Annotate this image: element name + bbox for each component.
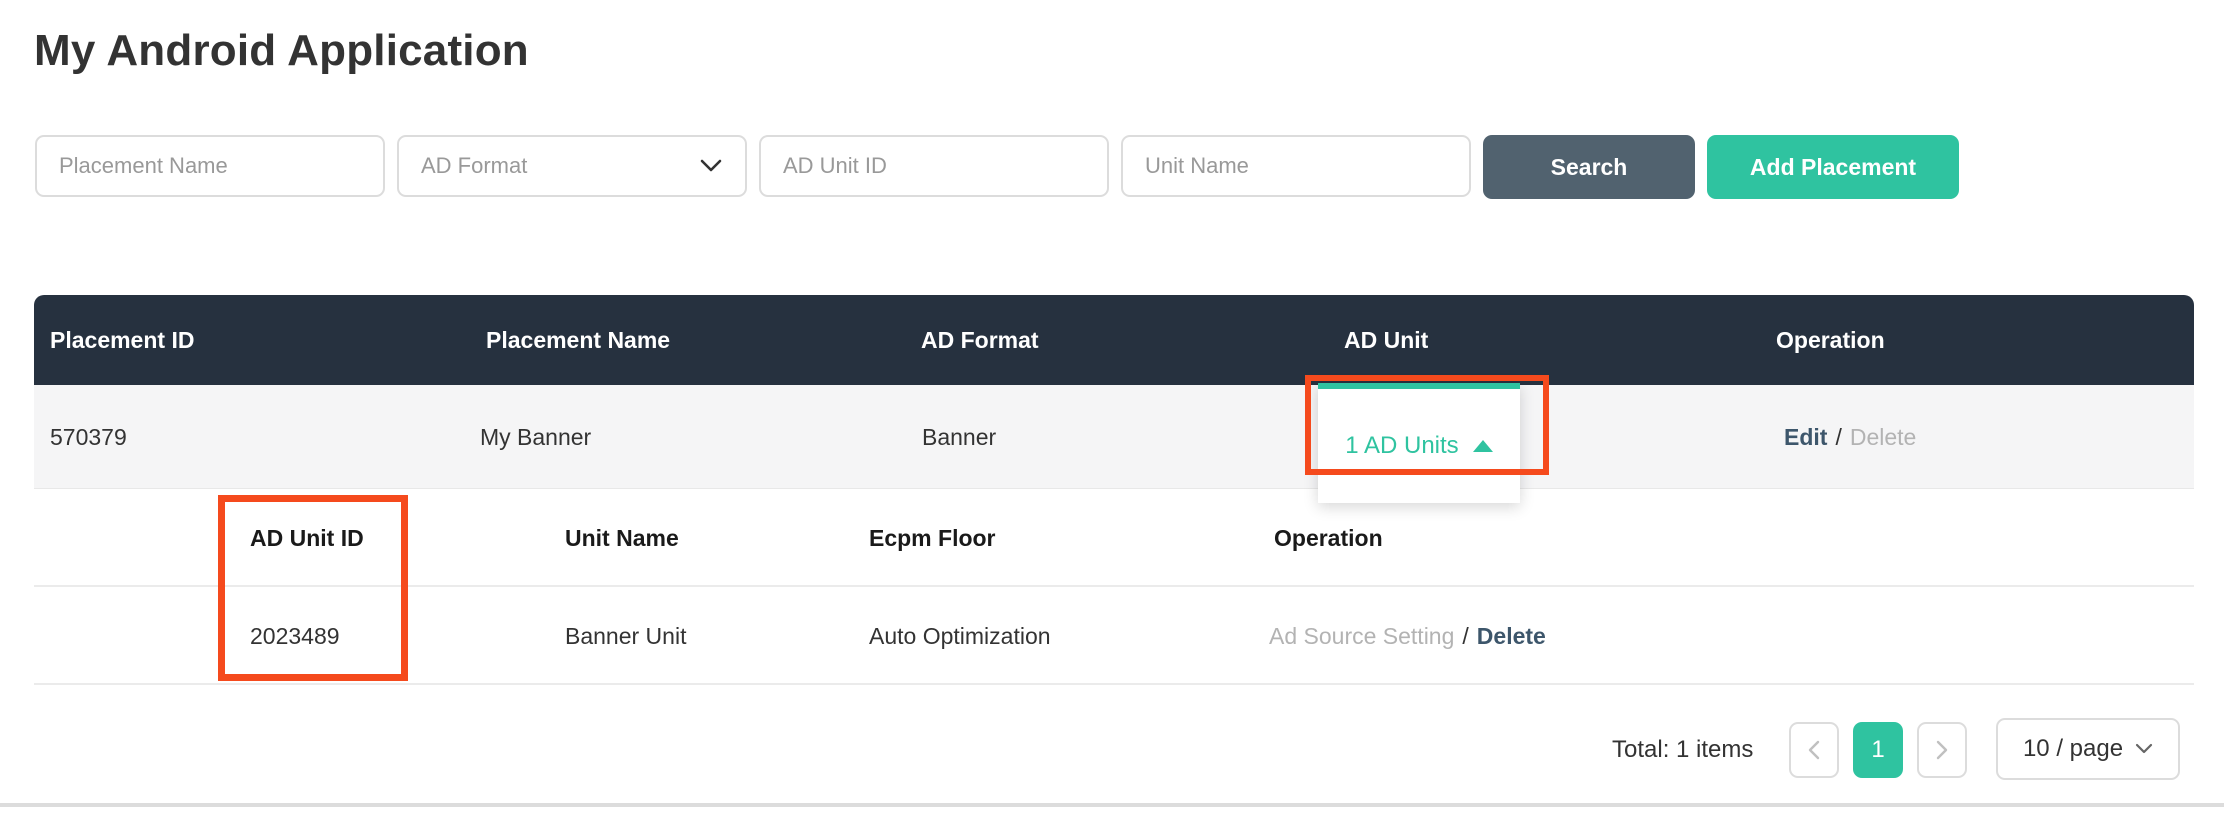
chevron-down-icon: [2135, 743, 2153, 755]
subcell-ad-unit-id: 2023489: [250, 622, 340, 649]
ad-unit-id-input[interactable]: [759, 135, 1109, 197]
subtable-header-row: AD Unit ID Unit Name Ecpm Floor Operatio…: [34, 490, 2194, 587]
delete-link[interactable]: Delete: [1850, 424, 1916, 451]
subcol-header-ad-unit-id: AD Unit ID: [250, 525, 364, 551]
ad-units-toggle-label: 1 AD Units: [1345, 432, 1459, 459]
add-placement-button[interactable]: Add Placement: [1707, 135, 1959, 199]
page-size-select[interactable]: 10 / page: [1996, 718, 2180, 780]
ad-format-select[interactable]: AD Format: [397, 135, 747, 197]
cell-operation: Edit / Delete: [1784, 385, 1916, 489]
subcell-ecpm-floor: Auto Optimization: [869, 622, 1051, 649]
bottom-divider: [0, 803, 2224, 807]
operation-separator: /: [1835, 423, 1842, 450]
sub-delete-link[interactable]: Delete: [1477, 623, 1546, 650]
pagination-prev-button[interactable]: [1789, 722, 1839, 778]
chevron-down-icon: [699, 158, 723, 174]
subcell-operation: Ad Source Setting / Delete: [1269, 587, 1546, 685]
subcol-header-unit-name: Unit Name: [565, 525, 679, 551]
pagination-next-button[interactable]: [1917, 722, 1967, 778]
pagination-total: Total: 1 items: [1612, 736, 1754, 763]
suboperation-separator: /: [1462, 622, 1469, 649]
ad-units-toggle[interactable]: 1 AD Units: [1318, 383, 1520, 503]
ad-format-select-label: AD Format: [421, 153, 528, 178]
subcol-header-operation: Operation: [1274, 525, 1383, 551]
triangle-up-icon: [1472, 440, 1493, 452]
cell-placement-name: My Banner: [480, 423, 592, 450]
col-header-placement-name: Placement Name: [486, 326, 671, 353]
unit-name-input[interactable]: [1121, 135, 1471, 197]
table-header-row: Placement ID Placement Name AD Format AD…: [34, 295, 2194, 385]
placement-name-input[interactable]: [35, 135, 385, 197]
subcell-unit-name: Banner Unit: [565, 622, 687, 649]
col-header-ad-unit: AD Unit: [1344, 326, 1429, 353]
subcol-header-ecpm-floor: Ecpm Floor: [869, 525, 996, 551]
pagination-page-1[interactable]: 1: [1853, 722, 1903, 778]
chevron-left-icon: [1806, 739, 1822, 761]
search-button[interactable]: Search: [1483, 135, 1695, 199]
edit-link[interactable]: Edit: [1784, 424, 1827, 451]
page-size-label: 10 / page: [2022, 735, 2124, 762]
chevron-right-icon: [1934, 739, 1950, 761]
subtable-row: 2023489 Banner Unit Auto Optimization Ad…: [34, 587, 2194, 685]
col-header-placement-id: Placement ID: [50, 326, 195, 353]
col-header-operation: Operation: [1776, 326, 1885, 353]
cell-placement-id: 570379: [50, 423, 127, 450]
page-title: My Android Application: [34, 26, 529, 75]
cell-ad-format: Banner: [922, 423, 997, 450]
ad-source-setting-link[interactable]: Ad Source Setting: [1269, 623, 1454, 650]
table-row: 570379 My Banner Banner Edit / Delete: [34, 385, 2194, 489]
col-header-ad-format: AD Format: [921, 326, 1039, 353]
